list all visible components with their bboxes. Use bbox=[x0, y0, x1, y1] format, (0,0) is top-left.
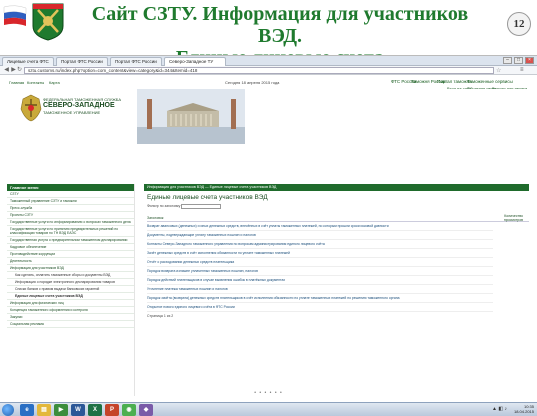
tab-4-active[interactable]: Северо-Западное ТУ bbox=[164, 57, 226, 66]
filter-input[interactable] bbox=[181, 204, 221, 209]
top-link-home[interactable]: Главная bbox=[9, 80, 24, 85]
table-row[interactable]: Контакты Северо-Западного таможенного уп… bbox=[147, 240, 493, 249]
left-navigation: Главное меню СЗТУ Таможенный управление … bbox=[7, 184, 135, 396]
site-date: Сегодня 18 апреля 2015 года bbox=[225, 80, 280, 85]
nav-subitem[interactable]: Списки банков с правом выдачи банковских… bbox=[7, 286, 134, 293]
web-page: Главная Контакты Карта Сегодня 18 апреля… bbox=[7, 77, 529, 396]
logo-big-text: СЕВЕРО-ЗАПАДНОЕ bbox=[43, 102, 115, 109]
nav-subitem-active[interactable]: Единые лицевые счета участников ВЭД bbox=[7, 293, 134, 300]
nav-item[interactable]: Государственная услуга о предварительном… bbox=[7, 237, 134, 244]
media-taskbar-icon[interactable]: ▶ bbox=[54, 404, 68, 416]
url-field[interactable]: sztu.customs.ru/index.php?option=com_con… bbox=[24, 67, 494, 74]
table-row[interactable]: Порядок зачёта (возврата) денежных средс… bbox=[147, 294, 493, 303]
table-row[interactable]: Уточнение платежа таможенных пошлин и на… bbox=[147, 285, 493, 294]
chrome-taskbar-icon[interactable]: ◉ bbox=[122, 404, 136, 416]
table-header: Заголовок Количество просмотров bbox=[147, 214, 529, 222]
saint-petersburg-banner-image bbox=[137, 89, 245, 144]
clock-date: 18.04.2015 bbox=[513, 409, 534, 414]
browser-window: Лицевые счета ФТС Портал ФТС России Порт… bbox=[0, 55, 537, 416]
top-link-contacts[interactable]: Контакты bbox=[27, 80, 44, 85]
table-row[interactable]: Порядок действий плательщиков в случае в… bbox=[147, 276, 493, 285]
slide-page-number: 12 bbox=[507, 12, 531, 36]
nav-item-ved[interactable]: Информация для участников ВЭД bbox=[7, 265, 134, 272]
nav-item[interactable]: Социальная реклама bbox=[7, 321, 134, 328]
taskbar: e ▤ ▶ W X P ◉ ◆ ▲ ◧ ♪ 10:35 18.04.2015 bbox=[0, 402, 537, 416]
nav-item[interactable]: Пресс-служба bbox=[7, 205, 134, 212]
browser-menu-icon[interactable]: ≡ bbox=[520, 67, 524, 73]
nav-item[interactable]: Кадровое обеспечение bbox=[7, 244, 134, 251]
russian-flag-icon bbox=[3, 5, 27, 26]
top-link-map[interactable]: Карта bbox=[49, 80, 60, 85]
nav-item[interactable]: Таможенный управление СЗТУ и таможни bbox=[7, 198, 134, 205]
nav-subitem[interactable]: Информация о порядке электронного деклар… bbox=[7, 279, 134, 286]
page-title: Единые лицевые счета участников ВЭД bbox=[147, 194, 268, 201]
nav-item[interactable]: Противодействие коррупции bbox=[7, 251, 134, 258]
tab-3[interactable]: Портал ФТС России bbox=[110, 57, 162, 66]
table-row[interactable]: Возврат авансовых (денежных) и иных дене… bbox=[147, 222, 493, 231]
system-tray-icons[interactable]: ▲ ◧ ♪ bbox=[492, 406, 507, 412]
nav-item[interactable]: Государственные услуги по информированию… bbox=[7, 219, 134, 226]
bookmark-star-icon[interactable]: ☆ bbox=[496, 67, 501, 74]
table-row[interactable]: Зачёт денежных средств в счёт исполнения… bbox=[147, 249, 493, 258]
back-arrow-icon[interactable]: ◀ bbox=[3, 67, 10, 74]
nav-subitem[interactable]: Как сделать, оплатить таможенные сборы и… bbox=[7, 272, 134, 279]
nav-item[interactable]: Деятельность bbox=[7, 258, 134, 265]
reload-icon[interactable]: ↻ bbox=[16, 67, 23, 74]
left-nav-header: Главное меню bbox=[7, 184, 134, 191]
nav-item[interactable]: Закупки bbox=[7, 314, 134, 321]
slide-title-line1: Сайт СЗТУ. Информация для участников ВЭД… bbox=[91, 3, 469, 47]
app-taskbar-icon[interactable]: ◆ bbox=[139, 404, 153, 416]
site-logo-text[interactable]: ФЕДЕРАЛЬНАЯ ТАМОЖЕННАЯ СЛУЖБА СЕВЕРО-ЗАП… bbox=[43, 97, 133, 115]
customs-emblem-icon bbox=[32, 3, 64, 41]
table-row[interactable]: Отчёт о расходовании денежных средств пл… bbox=[147, 258, 493, 267]
tab-2[interactable]: Портал ФТС России bbox=[56, 57, 108, 66]
site-header: ФЕДЕРАЛЬНАЯ ТАМОЖЕННАЯ СЛУЖБА СЕВЕРО-ЗАП… bbox=[7, 89, 529, 144]
table-row[interactable]: Порядок возврата излишне уплаченных тамо… bbox=[147, 267, 493, 276]
logo-sub-text: ТАМОЖЕННОЕ УПРАВЛЕНИЕ bbox=[43, 110, 101, 115]
column-title-header[interactable]: Заголовок bbox=[147, 216, 163, 220]
table-row[interactable]: Открытие нового единого лицевого счёта в… bbox=[147, 303, 493, 312]
main-content: Информация для участников ВЭД — Единые л… bbox=[144, 184, 529, 396]
powerpoint-taskbar-icon[interactable]: P bbox=[105, 404, 119, 416]
filter-row: Фильтр по заголовку bbox=[147, 204, 529, 214]
address-bar: ◀ ▶ ↻ sztu.customs.ru/index.php?option=c… bbox=[0, 66, 537, 75]
slide-header: Сайт СЗТУ. Информация для участников ВЭД… bbox=[0, 0, 537, 69]
tab-bar: Лицевые счета ФТС Портал ФТС России Порт… bbox=[0, 56, 537, 66]
nav-item[interactable]: Информация для физических лиц bbox=[7, 300, 134, 307]
nav-item[interactable]: Концепция таможенного оформления и контр… bbox=[7, 307, 134, 314]
maximize-icon[interactable]: □ bbox=[514, 57, 523, 64]
pagination-dots[interactable]: • • • • • • bbox=[0, 390, 537, 396]
site-top-links: Главная Контакты Карта Сегодня 18 апреля… bbox=[7, 77, 529, 91]
window-controls: – □ × bbox=[503, 57, 534, 64]
excel-taskbar-icon[interactable]: X bbox=[88, 404, 102, 416]
word-taskbar-icon[interactable]: W bbox=[71, 404, 85, 416]
nav-item[interactable]: СЗТУ bbox=[7, 191, 134, 198]
table-row[interactable]: Документы, подтверждающие уплату таможен… bbox=[147, 231, 493, 240]
close-icon[interactable]: × bbox=[525, 57, 534, 64]
eagle-emblem-icon bbox=[20, 94, 42, 122]
browser-taskbar-icon[interactable]: e bbox=[20, 404, 34, 416]
breadcrumb: Информация для участников ВЭД — Единые л… bbox=[144, 184, 529, 191]
clock[interactable]: 10:35 18.04.2015 bbox=[514, 404, 534, 414]
folder-taskbar-icon[interactable]: ▤ bbox=[37, 404, 51, 416]
pager-text: Страница 1 из 2 bbox=[147, 314, 174, 318]
nav-item[interactable]: Проекты СЗТУ bbox=[7, 212, 134, 219]
filter-label: Фильтр по заголовку bbox=[147, 204, 181, 208]
column-views-header[interactable]: Количество просмотров bbox=[495, 214, 523, 222]
minimize-icon[interactable]: – bbox=[503, 57, 512, 64]
header-link-4[interactable]: Таможенные сервисы bbox=[467, 79, 513, 84]
start-button-icon[interactable] bbox=[2, 404, 14, 416]
nav-item[interactable]: Государственные услуги по принятию предв… bbox=[7, 226, 134, 237]
tab-1[interactable]: Лицевые счета ФТС bbox=[2, 57, 54, 66]
